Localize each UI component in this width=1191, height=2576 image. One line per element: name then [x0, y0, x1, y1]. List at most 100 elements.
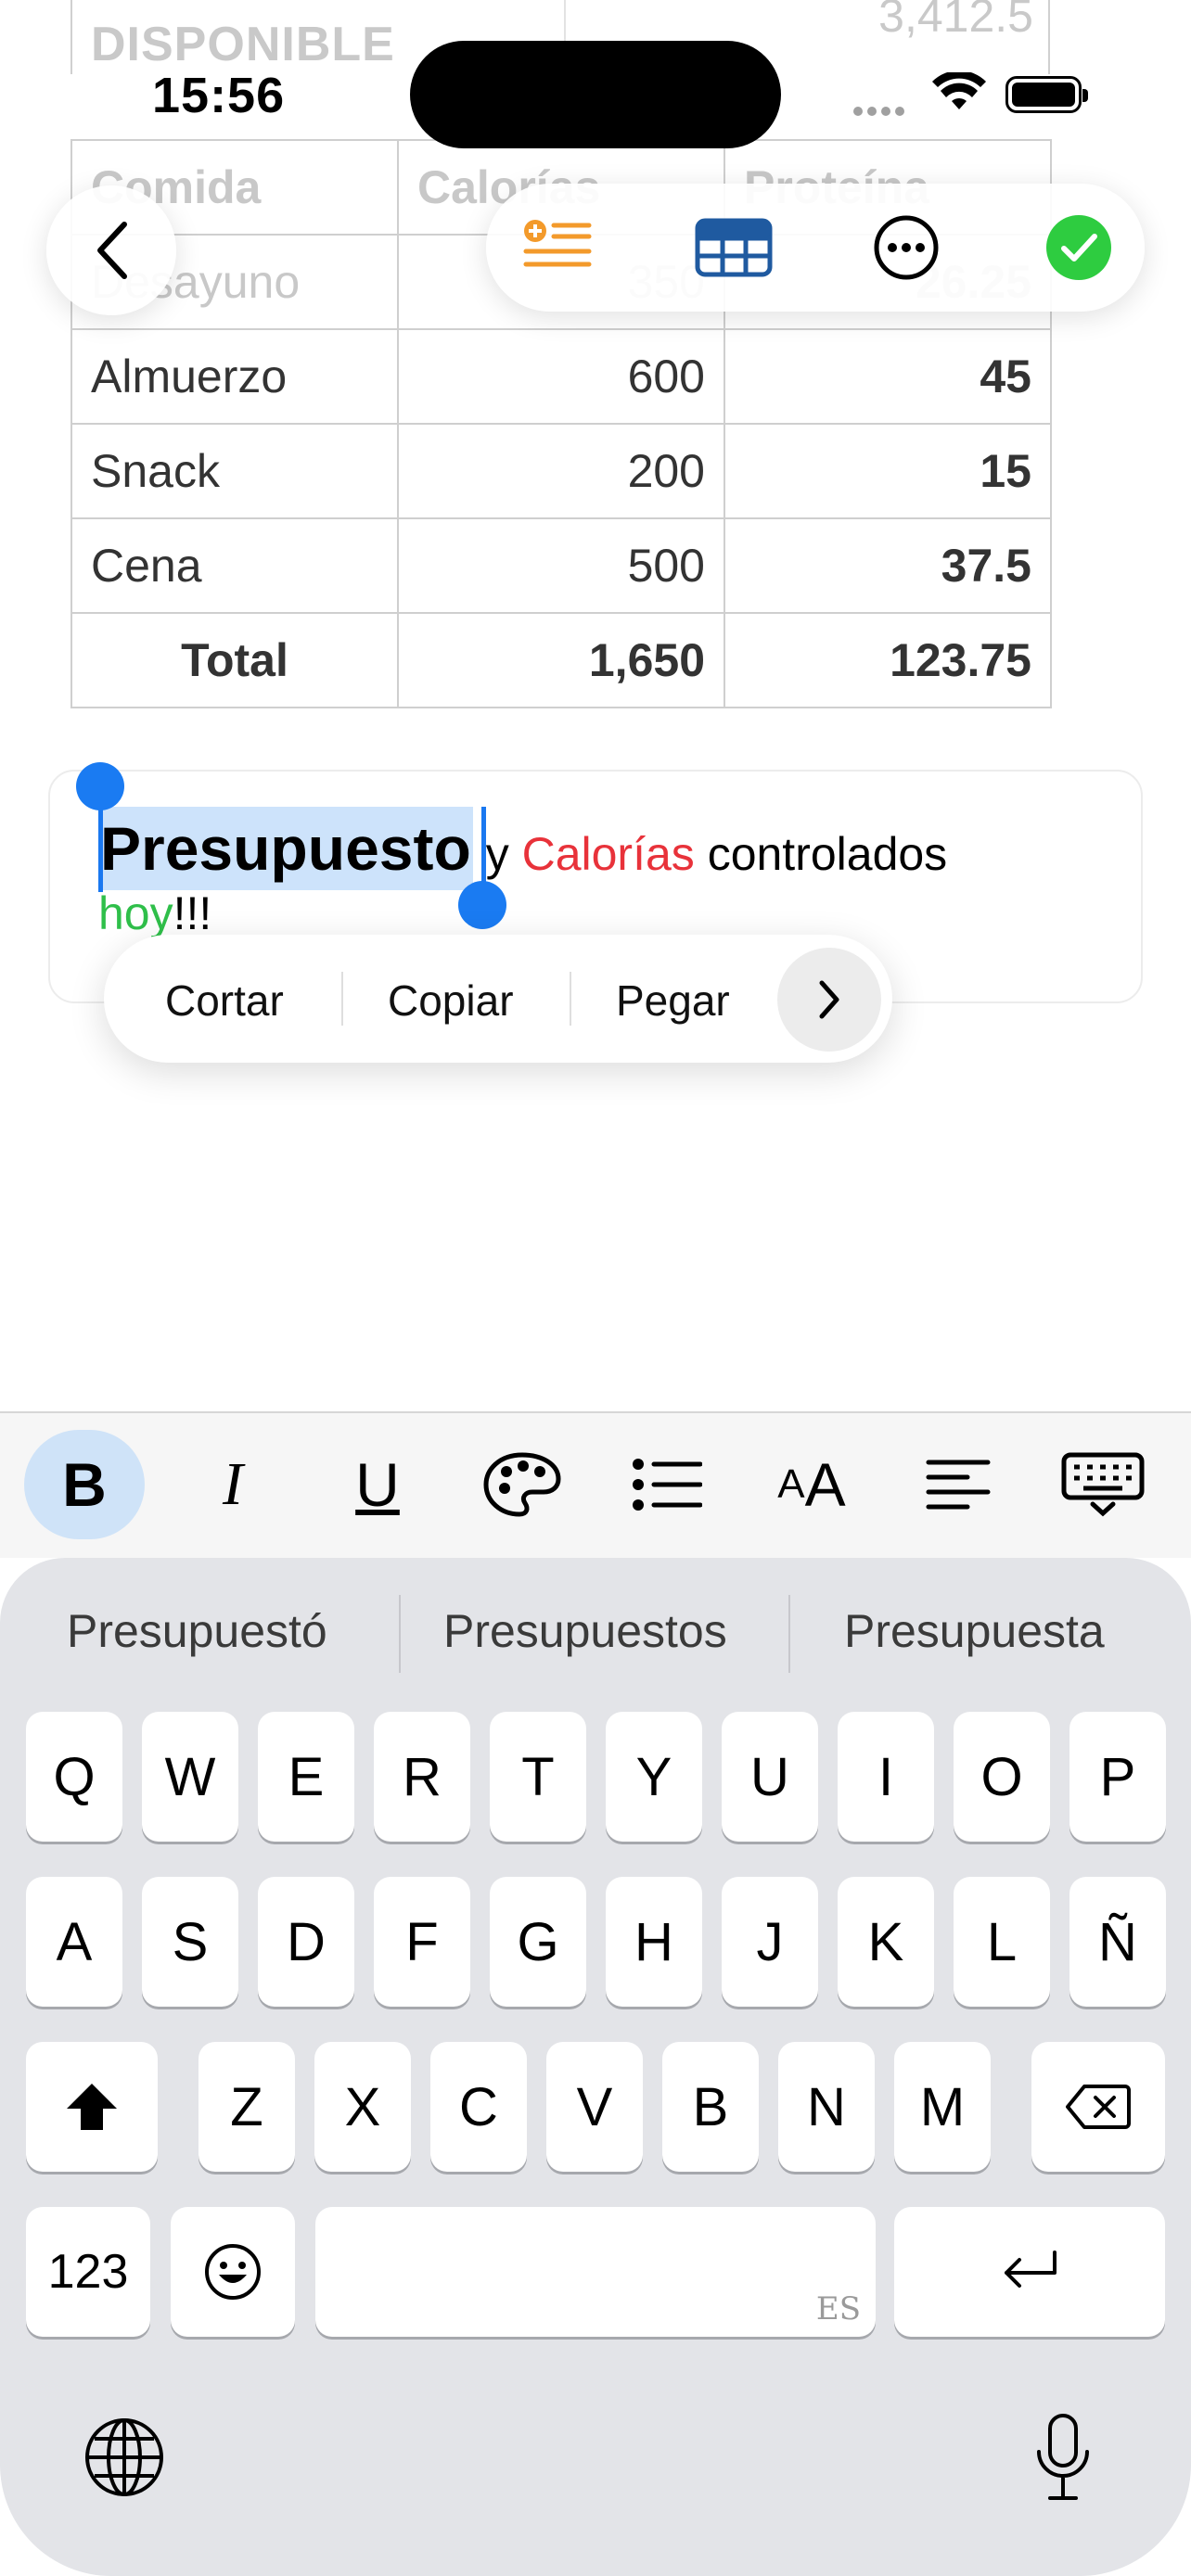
text-line-1[interactable]: Presupuesto y Calorías controlados [98, 807, 947, 890]
backspace-icon [1066, 2085, 1131, 2129]
divider [570, 972, 571, 1026]
key[interactable]: X [314, 2042, 411, 2172]
edit-menu: Cortar Copiar Pegar [104, 935, 892, 1063]
keyboard-hide-icon [1061, 1452, 1145, 1517]
key[interactable]: S [142, 1877, 238, 2007]
table-cell[interactable]: Snack [70, 423, 399, 519]
suggestion[interactable]: Presupuesta [844, 1604, 1105, 1658]
cellular-signal-icon [853, 104, 909, 121]
divider [341, 972, 343, 1026]
table-cell[interactable]: 200 [397, 423, 725, 519]
text-size-large: A [804, 1450, 846, 1519]
text-size-button[interactable]: AA [751, 1430, 872, 1539]
bullet-list-button[interactable] [607, 1430, 727, 1539]
wifi-icon [932, 70, 986, 118]
format-toolbar: B I U AA [0, 1411, 1191, 1558]
table-cell[interactable]: 45 [724, 328, 1052, 425]
key[interactable]: C [430, 2042, 527, 2172]
table-cell[interactable]: Cena [70, 517, 399, 614]
table-cell[interactable]: Almuerzo [70, 328, 399, 425]
key[interactable]: N [778, 2042, 875, 2172]
key[interactable]: G [490, 1877, 586, 2007]
text-word: controlados [707, 828, 948, 880]
microphone-icon [1037, 2414, 1089, 2500]
bullet-list-icon [633, 1459, 702, 1511]
key[interactable]: Z [198, 2042, 295, 2172]
key[interactable]: D [258, 1877, 354, 2007]
key[interactable]: T [490, 1712, 586, 1842]
return-key[interactable] [894, 2207, 1165, 2337]
space-key[interactable]: ES [315, 2207, 876, 2337]
key[interactable]: O [954, 1712, 1050, 1842]
italic-button[interactable]: I [173, 1430, 293, 1539]
more-options-button[interactable] [864, 206, 948, 289]
color-palette-button[interactable] [462, 1430, 583, 1539]
text-word: !!! [173, 887, 212, 939]
dictation-button[interactable] [1033, 2413, 1093, 2506]
text-size-small: A [777, 1461, 805, 1507]
paste-menu-item[interactable]: Pegar [616, 976, 730, 1026]
table-total-row: Total 1,650 123.75 [70, 612, 1052, 708]
status-time: 15:56 [152, 68, 286, 123]
table-cell[interactable]: 500 [397, 517, 725, 614]
available-label: DISPONIBLE [91, 18, 395, 71]
key[interactable]: K [838, 1877, 934, 2007]
selected-text[interactable]: Presupuesto [98, 807, 473, 890]
shift-key[interactable] [26, 2042, 158, 2172]
globe-button[interactable] [83, 2417, 165, 2503]
key[interactable]: R [374, 1712, 470, 1842]
total-protein[interactable]: 123.75 [724, 612, 1052, 708]
table-button[interactable] [692, 206, 775, 289]
key[interactable]: I [838, 1712, 934, 1842]
table-row: Snack 200 15 [70, 423, 1052, 519]
dismiss-keyboard-button[interactable] [1043, 1430, 1163, 1539]
emoji-key[interactable] [171, 2207, 295, 2337]
done-button[interactable] [1037, 206, 1121, 289]
checklist-button[interactable] [516, 206, 599, 289]
table-cell[interactable]: 37.5 [724, 517, 1052, 614]
key[interactable]: Q [26, 1712, 122, 1842]
key[interactable]: H [606, 1877, 702, 2007]
table-cell[interactable]: 15 [724, 423, 1052, 519]
dynamic-island [410, 41, 781, 148]
numbers-key[interactable]: 123 [26, 2207, 150, 2337]
return-icon [1005, 2251, 1057, 2288]
chevron-left-icon [97, 222, 127, 279]
key[interactable]: Ñ [1069, 1877, 1166, 2007]
key[interactable]: B [662, 2042, 759, 2172]
key[interactable]: A [26, 1877, 122, 2007]
table-icon [695, 218, 773, 277]
bold-button[interactable]: B [24, 1430, 145, 1539]
back-button[interactable] [46, 185, 176, 315]
key[interactable]: U [722, 1712, 818, 1842]
key[interactable]: E [258, 1712, 354, 1842]
key[interactable]: V [546, 2042, 643, 2172]
cut-menu-item[interactable]: Cortar [165, 976, 284, 1026]
key[interactable]: Y [606, 1712, 702, 1842]
total-calories[interactable]: 1,650 [397, 612, 725, 708]
text-line-2[interactable]: hoy!!! [98, 886, 211, 940]
selection-end-handle[interactable] [458, 881, 506, 929]
selection-start-handle[interactable] [76, 762, 124, 810]
suggestion[interactable]: Presupuestos [443, 1604, 727, 1658]
divider [399, 1595, 401, 1673]
copy-menu-item[interactable]: Copiar [388, 976, 514, 1026]
key[interactable]: M [894, 2042, 991, 2172]
align-left-icon [926, 1460, 991, 1510]
shift-icon [67, 2084, 117, 2130]
key[interactable]: L [954, 1877, 1050, 2007]
more-menu-button[interactable] [777, 948, 881, 1052]
total-label[interactable]: Total [70, 612, 399, 708]
key[interactable]: J [722, 1877, 818, 2007]
table-cell[interactable]: 600 [397, 328, 725, 425]
emoji-icon [205, 2244, 261, 2300]
key[interactable]: W [142, 1712, 238, 1842]
key[interactable]: P [1069, 1712, 1166, 1842]
delete-key[interactable] [1031, 2042, 1165, 2172]
key[interactable]: F [374, 1877, 470, 2007]
alignment-button[interactable] [898, 1430, 1018, 1539]
suggestion[interactable]: Presupuestó [67, 1604, 327, 1658]
underline-button[interactable]: U [317, 1430, 438, 1539]
ellipsis-circle-icon [874, 215, 939, 280]
green-text: hoy [98, 887, 173, 939]
